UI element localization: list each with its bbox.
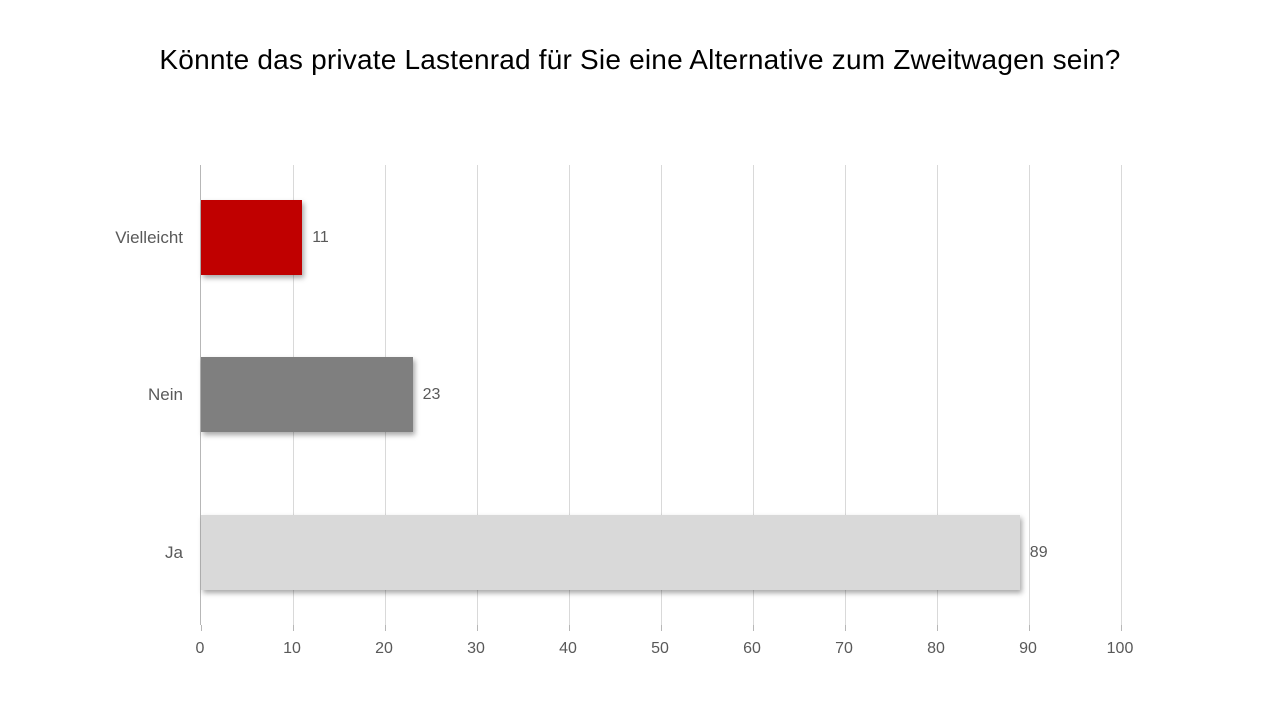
x-tick-label: 50	[651, 640, 669, 658]
value-label: 11	[312, 229, 329, 247]
gridline	[1121, 165, 1122, 625]
tick	[937, 625, 938, 631]
category-label: Nein	[148, 357, 183, 432]
x-tick-label: 40	[559, 640, 577, 658]
x-tick-label: 90	[1019, 640, 1037, 658]
plot-area: Vielleicht 11 Nein 23 Ja 89	[200, 165, 1121, 625]
tick	[385, 625, 386, 631]
tick	[845, 625, 846, 631]
category-label: Vielleicht	[115, 200, 183, 275]
tick	[477, 625, 478, 631]
bar-vielleicht	[201, 200, 302, 275]
chart-title: Könnte das private Lastenrad für Sie ein…	[0, 44, 1280, 76]
tick	[1029, 625, 1030, 631]
value-label: 23	[423, 386, 441, 404]
x-tick-label: 60	[743, 640, 761, 658]
x-tick-label: 100	[1107, 640, 1134, 658]
x-tick-label: 10	[283, 640, 301, 658]
x-tick-label: 0	[196, 640, 205, 658]
x-tick-label: 20	[375, 640, 393, 658]
tick	[1121, 625, 1122, 631]
bar-row-vielleicht: Vielleicht 11	[201, 200, 329, 275]
bar-nein	[201, 357, 413, 432]
x-tick-label: 80	[927, 640, 945, 658]
value-label: 89	[1030, 544, 1048, 562]
category-label: Ja	[165, 515, 183, 590]
bar-ja	[201, 515, 1020, 590]
bar-row-ja: Ja 89	[201, 515, 1048, 590]
tick	[753, 625, 754, 631]
tick	[293, 625, 294, 631]
tick	[201, 625, 202, 631]
x-axis-labels: 0 10 20 30 40 50 60 70 80 90 100	[200, 640, 1120, 660]
chart-slide: Könnte das private Lastenrad für Sie ein…	[0, 0, 1280, 720]
x-tick-label: 30	[467, 640, 485, 658]
tick	[569, 625, 570, 631]
bar-row-nein: Nein 23	[201, 357, 440, 432]
x-tick-label: 70	[835, 640, 853, 658]
tick	[661, 625, 662, 631]
